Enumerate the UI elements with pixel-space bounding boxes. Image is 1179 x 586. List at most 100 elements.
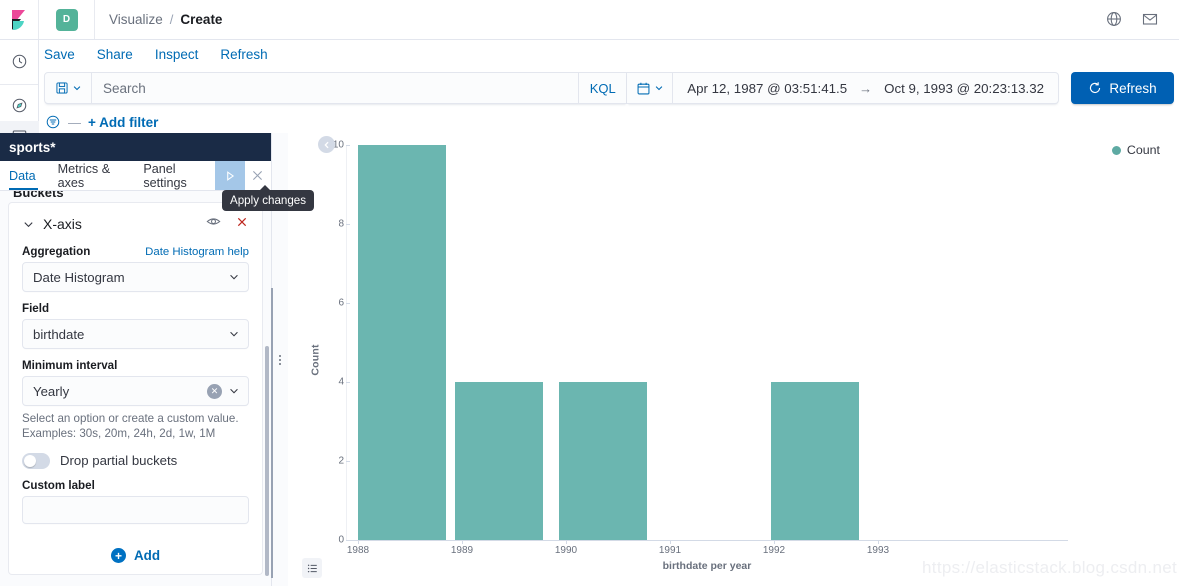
refresh-button-label: Refresh [1109, 80, 1157, 96]
share-button[interactable]: Share [97, 47, 133, 62]
minimum-interval-label: Minimum interval [22, 359, 118, 372]
x-tick-label: 1990 [554, 545, 578, 556]
chevron-left-circle-icon [323, 141, 329, 148]
remove-x-icon[interactable] [235, 215, 249, 234]
help-globe-icon[interactable] [1105, 10, 1125, 30]
minimum-interval-label-row: Minimum interval [22, 359, 249, 372]
visualization-canvas: Count Count 10 8 6 4 2 0 1988 1989 1990 … [288, 133, 1179, 586]
search-input[interactable] [92, 73, 579, 103]
refresh-button[interactable]: Refresh [1071, 72, 1174, 104]
eye-disable-icon[interactable] [206, 214, 221, 234]
index-pattern-title: sports* [0, 133, 271, 161]
chevron-down-icon [230, 331, 238, 337]
refresh-icon [1090, 82, 1101, 94]
x-tick-mark [670, 540, 671, 544]
apply-changes-button[interactable] [215, 161, 245, 190]
query-bar-row: KQL Apr 12, 1987 @ 03:51:41.5 → Oct 9, 1… [39, 68, 1179, 108]
chevron-down-icon [655, 86, 663, 91]
y-tick-label: 8 [338, 218, 344, 230]
custom-label-label: Custom label [22, 478, 95, 492]
y-tick-label: 6 [338, 297, 344, 309]
tab-metrics-and-axes[interactable]: Metrics & axes [47, 161, 133, 190]
bar-1989[interactable] [455, 382, 543, 540]
sidebar-item-discover[interactable] [0, 90, 39, 121]
y-tick-mark [346, 382, 350, 383]
drop-partial-buckets-toggle[interactable] [22, 452, 50, 469]
inspect-button[interactable]: Inspect [155, 47, 199, 62]
field-value: birthdate [33, 326, 85, 342]
filter-dash: — [68, 114, 81, 130]
field-label-row: Field [22, 302, 249, 315]
saved-query-menu-button[interactable] [45, 73, 92, 103]
chevron-down-icon [230, 388, 238, 394]
bar-chart: Count 10 8 6 4 2 0 1988 1989 1990 1991 1… [288, 133, 1179, 586]
custom-label-label-row: Custom label [22, 479, 249, 492]
refresh-menu-button[interactable]: Refresh [220, 47, 267, 62]
toggle-legend-button[interactable] [302, 558, 322, 578]
x-tick-mark [358, 540, 359, 544]
x-tick-mark [566, 540, 567, 544]
bucket-agg-title: X-axis [43, 216, 82, 232]
breadcrumb-create: Create [180, 12, 223, 27]
editor-scrollbar[interactable] [265, 346, 269, 576]
sidebar-item-recently-viewed[interactable] [0, 46, 39, 77]
x-tick-label: 1992 [762, 545, 786, 556]
date-picker-bar: Apr 12, 1987 @ 03:51:41.5 → Oct 9, 1993 … [627, 72, 1059, 104]
apply-changes-tooltip: Apply changes [222, 185, 315, 211]
aggregation-value: Date Histogram [33, 269, 125, 285]
y-tick-mark [346, 461, 350, 462]
y-tick-label: 2 [338, 455, 344, 467]
minimum-interval-value: Yearly [33, 383, 70, 399]
date-quick-select-button[interactable] [627, 73, 674, 103]
clear-circle-icon[interactable]: ✕ [207, 383, 222, 399]
toggle-knob [24, 454, 36, 467]
bar-1992[interactable] [771, 382, 859, 540]
y-tick-mark [346, 224, 350, 225]
global-header: D Visualize / Create [0, 0, 1179, 40]
tab-panel-settings[interactable]: Panel settings [132, 161, 215, 190]
field-select[interactable]: birthdate [22, 319, 249, 349]
breadcrumb-visualize[interactable]: Visualize [109, 12, 163, 27]
x-tick-label: 1989 [450, 545, 474, 556]
x-tick-label: 1993 [866, 545, 890, 556]
play-triangle-icon [227, 170, 235, 181]
filter-icon[interactable] [45, 114, 61, 130]
bar-1990[interactable] [559, 382, 647, 540]
field-label: Field [22, 302, 50, 315]
collapse-editor-button[interactable] [318, 136, 335, 153]
minimum-interval-select[interactable]: Yearly ✕ [22, 376, 249, 406]
save-button[interactable]: Save [44, 47, 75, 62]
tab-data[interactable]: Data [0, 161, 47, 190]
chevron-down-icon [73, 86, 80, 91]
header-actions [1105, 0, 1179, 39]
editor-body: Buckets X-axis Aggregation Date Histogra… [0, 191, 271, 586]
watermark-text: https://elasticstack.blog.csdn.net [922, 558, 1177, 577]
bar-1988[interactable] [358, 145, 446, 540]
drop-partial-buckets-row: Drop partial buckets [22, 452, 249, 469]
add-bucket-label: Add [133, 548, 161, 563]
bucket-agg-card: X-axis Aggregation Date Histogram help D… [8, 202, 263, 569]
space-avatar[interactable]: D [39, 0, 95, 39]
x-tick-mark [462, 540, 463, 544]
date-end[interactable]: Oct 9, 1993 @ 20:23:13.32 [884, 81, 1044, 96]
aggregation-label-row: Aggregation Date Histogram help [22, 245, 249, 258]
chevron-down-icon[interactable] [22, 218, 35, 231]
aggregation-select[interactable]: Date Histogram [22, 262, 249, 292]
mail-icon[interactable] [1141, 10, 1161, 30]
breadcrumb: Visualize / Create [95, 12, 222, 27]
add-bucket-button[interactable]: + Add [8, 537, 263, 575]
visualize-action-menu: Save Share Inspect Refresh [39, 40, 1179, 68]
bucket-agg-header[interactable]: X-axis [22, 213, 249, 235]
x-tick-mark [774, 540, 775, 544]
kibana-logo-icon [8, 9, 30, 31]
custom-label-input[interactable] [22, 495, 249, 524]
aggregation-label: Aggregation [22, 245, 91, 258]
y-tick-mark [346, 303, 350, 304]
date-start[interactable]: Apr 12, 1987 @ 03:51:41.5 [687, 81, 847, 96]
kibana-home-link[interactable] [0, 0, 39, 39]
query-language-switcher[interactable]: KQL [578, 73, 626, 103]
editor-tabs: Data Metrics & axes Panel settings [0, 161, 271, 191]
date-histogram-help-link[interactable]: Date Histogram help [145, 246, 249, 258]
add-filter-button[interactable]: + Add filter [88, 115, 158, 130]
kibana-visualize-app: D Visualize / Create Save Share Inspect … [0, 0, 1179, 586]
